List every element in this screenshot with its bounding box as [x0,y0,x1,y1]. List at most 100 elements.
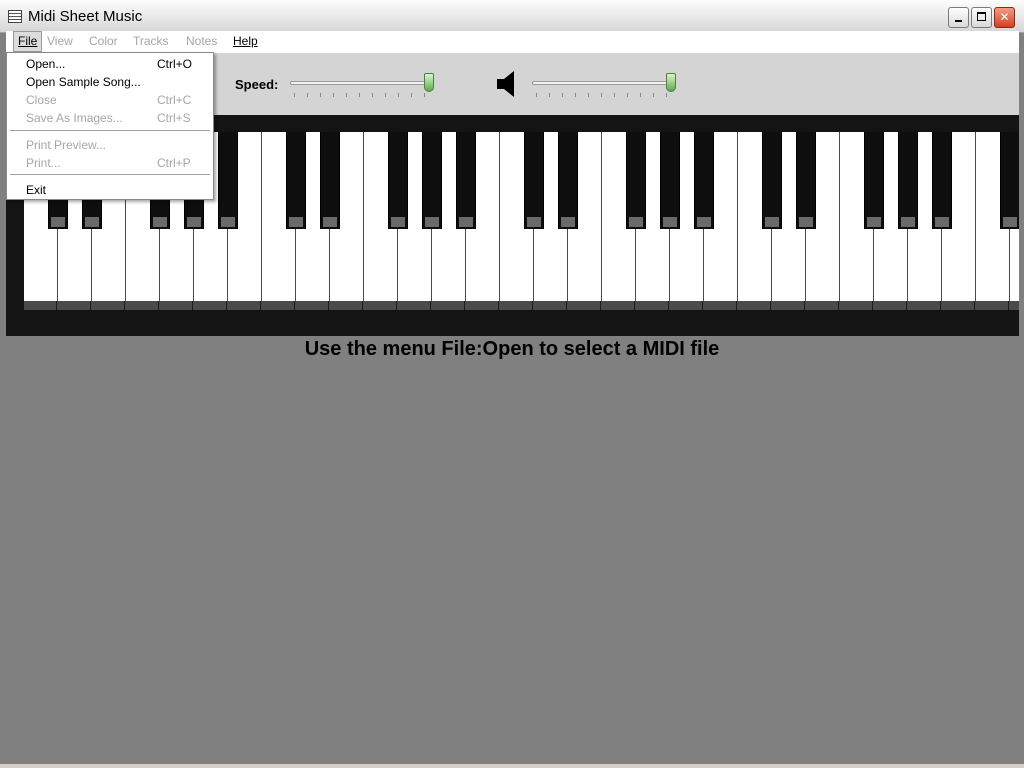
piano-black-key-tip [629,217,643,227]
maximize-button[interactable] [971,7,992,28]
menu-file-label: File [18,34,38,48]
menu-tracks-label: Tracks [133,34,169,48]
menu-item-open-sample-label: Open Sample Song... [26,75,141,89]
piano-black-key-tip [1003,217,1017,227]
piano-black-key[interactable] [218,132,238,229]
piano-black-key-tip [561,217,575,227]
menu-view[interactable]: View [47,34,73,48]
menu-item-exit-label: Exit [26,183,47,197]
piano-black-key-tip [221,217,235,227]
menu-item-open-label: Open... [26,57,66,71]
speed-slider-ticks [294,93,430,97]
piano-white-key-base [296,301,329,310]
window-bottom-border [0,764,1024,768]
menu-view-label: View [47,34,73,48]
piano-white-key-base [500,301,533,310]
menu-item-save-as-images[interactable]: Save As Images... Ctrl+S [7,109,213,127]
menu-item-exit[interactable]: Exit [7,181,213,199]
menu-notes[interactable]: Notes [186,34,217,48]
piano-black-key[interactable] [762,132,782,229]
volume-slider-thumb[interactable] [666,73,676,92]
piano-white-key-base [942,301,975,310]
piano-black-key[interactable] [1000,132,1019,229]
piano-black-key[interactable] [320,132,340,229]
piano-black-key[interactable] [456,132,476,229]
piano-white-key-base [58,301,91,310]
menu-file[interactable]: File [13,31,43,52]
piano-white-key-base [874,301,907,310]
piano-white-key-base [534,301,567,310]
piano-black-key-tip [765,217,779,227]
piano-black-key[interactable] [558,132,578,229]
app-window: Midi Sheet Music ✕ File View Color Track… [0,0,1024,768]
piano-black-key-tip [697,217,711,227]
piano-black-key-tip [187,217,201,227]
piano-black-key[interactable] [626,132,646,229]
piano-white-key-base [466,301,499,310]
piano-white-key-base [806,301,839,310]
menu-item-close[interactable]: Close Ctrl+C [7,91,213,109]
piano-black-key[interactable] [660,132,680,229]
piano-black-key[interactable] [864,132,884,229]
menu-item-print-preview-label: Print Preview... [26,138,107,152]
piano-white-key-base [160,301,193,310]
menu-bar: File View Color Tracks Notes Help [6,31,1019,53]
piano-black-key-tip [867,217,881,227]
speed-slider-track[interactable] [290,81,434,85]
menu-color[interactable]: Color [89,34,118,48]
close-icon: ✕ [999,10,1010,24]
speed-label: Speed: [235,77,279,92]
piano-white-key-base [908,301,941,310]
piano-black-key-tip [51,217,65,227]
menu-item-close-shortcut: Ctrl+C [157,93,192,107]
menu-help-label: Help [233,34,258,48]
piano-white-key-base [772,301,805,310]
minimize-button[interactable] [948,7,969,28]
volume-slider-track[interactable] [532,81,676,85]
piano-black-key[interactable] [524,132,544,229]
piano-black-key[interactable] [388,132,408,229]
piano-black-key[interactable] [898,132,918,229]
minimize-icon [955,20,962,22]
close-button[interactable]: ✕ [994,7,1015,28]
piano-black-key[interactable] [694,132,714,229]
speed-slider[interactable] [290,71,434,97]
piano-white-key-base [432,301,465,310]
menu-item-close-label: Close [26,93,57,107]
piano-black-key[interactable] [286,132,306,229]
piano-white-key-base [976,301,1009,310]
piano-black-key-tip [85,217,99,227]
piano-black-key-tip [153,217,167,227]
piano-white-key-base [330,301,363,310]
piano-black-key-tip [901,217,915,227]
menu-item-open[interactable]: Open... Ctrl+O [7,55,213,73]
piano-black-key-tip [527,217,541,227]
menu-item-open-sample-song[interactable]: Open Sample Song... [7,73,213,91]
piano-black-key-tip [799,217,813,227]
menu-item-print-label: Print... [26,156,61,170]
piano-black-key[interactable] [422,132,442,229]
piano-white-key-base [364,301,397,310]
menu-item-save-label: Save As Images... [26,111,123,125]
speaker-icon[interactable] [497,70,517,98]
menu-item-save-shortcut: Ctrl+S [157,111,191,125]
piano-black-key-tip [459,217,473,227]
app-icon[interactable] [8,10,22,23]
speed-slider-thumb[interactable] [424,73,434,92]
window-title: Midi Sheet Music [28,8,143,25]
piano-white-key-base [670,301,703,310]
menu-separator [10,174,210,175]
piano-white-key-base [92,301,125,310]
piano-black-key-tip [425,217,439,227]
title-bar[interactable]: Midi Sheet Music ✕ [0,0,1024,33]
piano-black-key[interactable] [796,132,816,229]
menu-help[interactable]: Help [233,34,258,48]
menu-item-print[interactable]: Print... Ctrl+P [7,154,213,172]
piano-white-key-base [704,301,737,310]
menu-item-print-preview[interactable]: Print Preview... [7,136,213,154]
piano-white-key-base [602,301,635,310]
piano-black-key-tip [289,217,303,227]
piano-black-key[interactable] [932,132,952,229]
menu-tracks[interactable]: Tracks [133,34,169,48]
volume-slider[interactable] [532,71,676,97]
